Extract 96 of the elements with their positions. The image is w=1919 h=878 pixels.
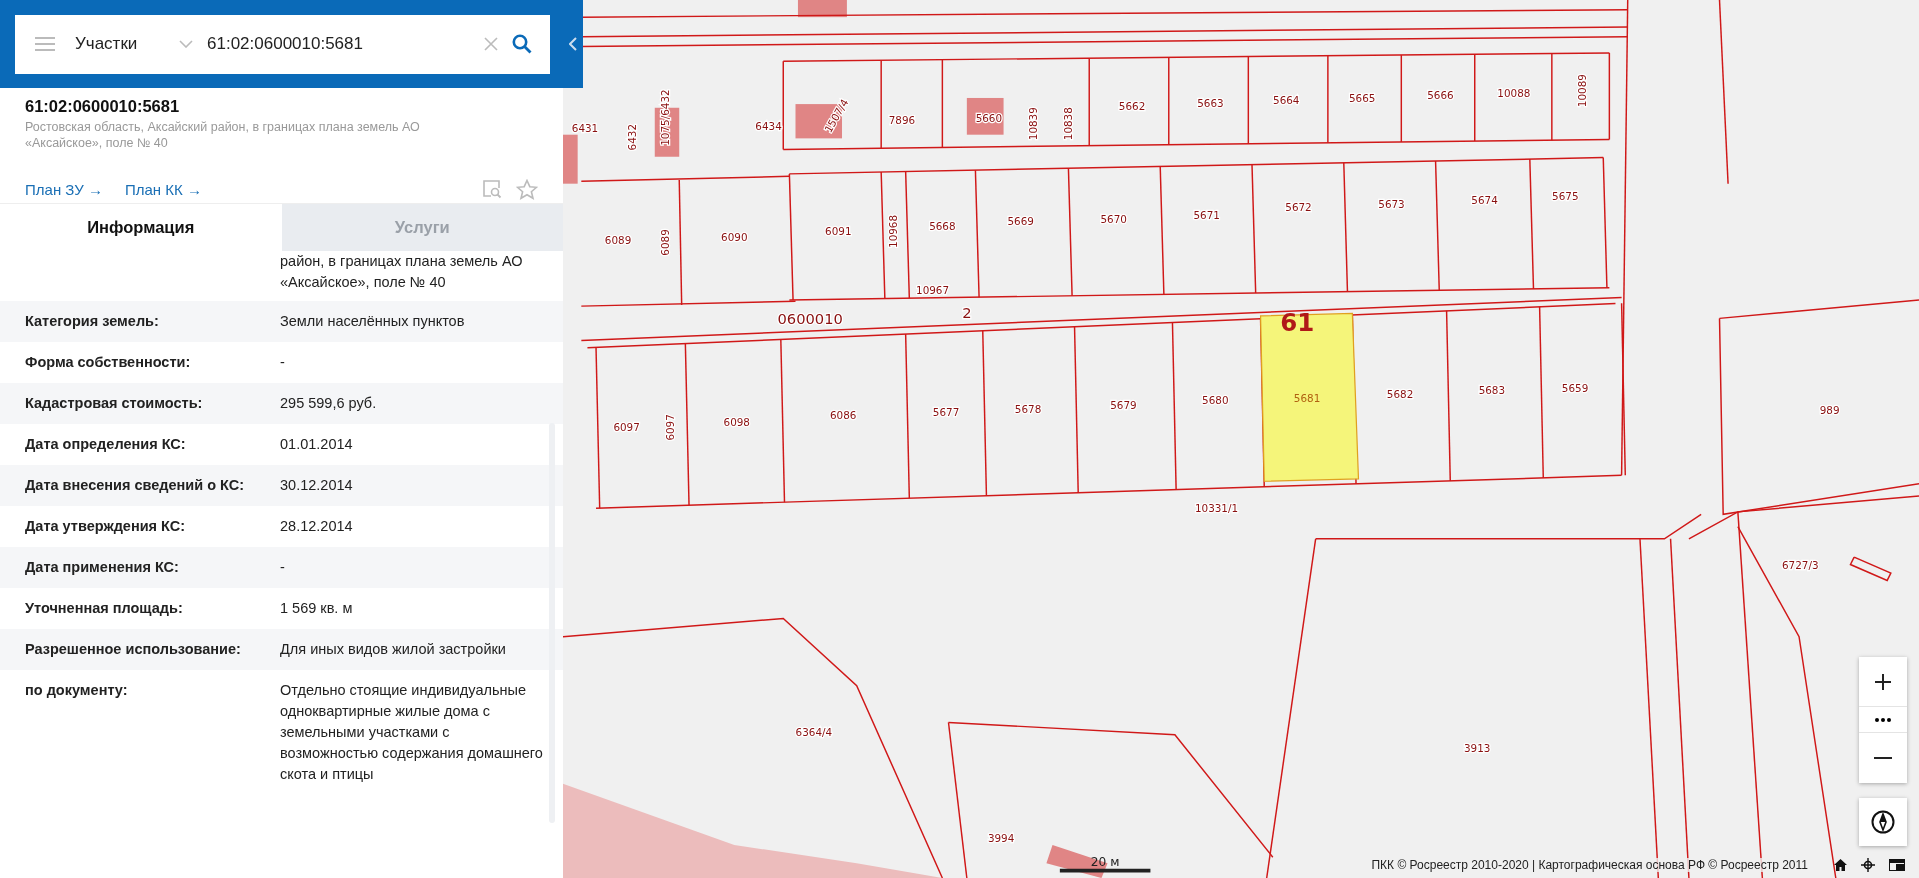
parcel-number: 6434 xyxy=(755,119,782,132)
minus-icon xyxy=(1874,757,1892,759)
crosshair-icon[interactable] xyxy=(1861,858,1875,872)
parcel-number: 5670 xyxy=(1100,212,1127,225)
parcel-number: 10967 xyxy=(916,283,950,296)
parcel-number: 5678 xyxy=(1014,402,1042,415)
field-label: Кадастровая стоимость: xyxy=(25,395,203,412)
more-icon xyxy=(1875,717,1891,722)
map-search-icon[interactable] xyxy=(482,179,502,200)
parcel-number: 3994 xyxy=(987,832,1015,845)
parcel-number: 5681 xyxy=(1293,391,1321,404)
parcel-number: 5663 xyxy=(1197,96,1224,109)
scale-label: 20 м xyxy=(1090,854,1120,869)
parcel-number: 6431 xyxy=(571,122,599,135)
parcel-number: 5668 xyxy=(929,220,956,233)
search-icon[interactable] xyxy=(512,34,532,54)
parcel-number: 5677 xyxy=(932,406,960,419)
parcel-number: 10838 xyxy=(1062,107,1075,141)
clear-icon[interactable] xyxy=(484,37,498,51)
field-label: Дата определения КС: xyxy=(25,436,186,453)
parcel-number: 6089 xyxy=(604,233,632,246)
parcel-number: 1075/6432 xyxy=(659,89,672,146)
field-value: 295 599,6 руб. xyxy=(280,394,378,414)
field-value: 30.12.2014 xyxy=(280,476,354,496)
parcel-number: 5671 xyxy=(1193,209,1220,222)
compass-button[interactable] xyxy=(1859,798,1907,846)
field-value: Земли населённых пунктов xyxy=(280,312,466,332)
parcel-number: 10089 xyxy=(1576,74,1589,108)
star-icon[interactable] xyxy=(516,178,538,200)
parcel-number: 5679 xyxy=(1110,399,1137,411)
attribution-text: ПКК © Росреестр 2010-2020 | Картографическая основа РФ © Росреестр 2011 xyxy=(1371,858,1808,872)
parcel-number: 7896 xyxy=(888,113,916,126)
parcel-address: Ростовская область, Аксайский район, в границах плана земель АО «Аксайское», поле № 40 xyxy=(25,120,421,152)
parcel-number: 5674 xyxy=(1471,194,1498,207)
parcel-number: 0600010 xyxy=(777,310,843,328)
parcel-number: 61 xyxy=(1280,307,1315,337)
parcel-number: 6089 xyxy=(659,229,672,256)
chevron-down-icon[interactable] xyxy=(179,40,193,48)
field-value: Для иных видов жилой застройки xyxy=(280,640,507,660)
field-label: Дата утверждения КС: xyxy=(25,518,186,535)
parcel-number: 10968 xyxy=(887,214,900,248)
field-label: Дата применения КС: xyxy=(25,559,179,576)
parcel-number: 5673 xyxy=(1378,198,1405,211)
zoom-in-button[interactable] xyxy=(1859,657,1907,707)
field-label: Разрешенное использование: xyxy=(25,641,241,658)
parcel-number: 989 xyxy=(1819,403,1840,416)
field-label: Категория земель: xyxy=(25,313,159,330)
parcel-number: 5664 xyxy=(1273,94,1300,107)
panel-icon[interactable] xyxy=(1889,859,1905,871)
field-value: 28.12.2014 xyxy=(280,517,354,537)
more-button[interactable] xyxy=(1859,707,1907,733)
menu-icon[interactable] xyxy=(35,37,55,51)
home-icon[interactable] xyxy=(1834,859,1847,871)
field-value: Отдельно стоящие индивидуальные одноквартирные жилые дома с земельными участками с возможностью содержания домашнего скота и птицы xyxy=(280,681,543,785)
parcel-number: 5662 xyxy=(1118,100,1146,113)
parcel-number: 6091 xyxy=(825,225,852,238)
layer-dropdown[interactable]: Участки xyxy=(75,34,165,54)
chevron-left-icon xyxy=(569,37,577,51)
field-label: Форма собственности: xyxy=(25,354,191,371)
parcel-number: 6097 xyxy=(613,421,640,434)
field-value: - xyxy=(280,558,286,578)
parcel-number: 5675 xyxy=(1552,189,1579,202)
selected-parcel[interactable] xyxy=(1259,312,1360,482)
parcel-number: 6090 xyxy=(721,231,748,244)
field-label: Дата внесения сведений о КС: xyxy=(25,477,244,494)
parcel-number: 5683 xyxy=(1478,384,1506,397)
parcel-number: 5666 xyxy=(1427,89,1454,102)
parcel-number: 5680 xyxy=(1202,394,1229,407)
parcel-number: 6098 xyxy=(723,416,750,429)
parcel-number: 5672 xyxy=(1285,200,1312,213)
parcel-number: 5682 xyxy=(1386,387,1414,400)
field-value: район, в границах плана земель АО «Аксайское», поле № 40 xyxy=(280,252,524,293)
parcel-number: 2 xyxy=(962,304,972,322)
field-value: 01.01.2014 xyxy=(280,435,354,455)
plan-link[interactable]: План ЗУ → xyxy=(25,180,103,198)
parcel-number: 6727/3 xyxy=(1782,559,1819,572)
parcel-number: 6432 xyxy=(626,123,639,151)
plus-icon xyxy=(1874,672,1892,691)
plan-link[interactable]: План КК → xyxy=(124,180,202,198)
parcel-number: 10088 xyxy=(1497,86,1531,99)
parcel-number: 5665 xyxy=(1348,91,1376,104)
field-value: - xyxy=(280,353,286,373)
parcel-number: 6086 xyxy=(830,408,857,421)
field-label: по документу: xyxy=(25,682,128,699)
field-value: 1 569 кв. м xyxy=(280,599,354,619)
compass-icon xyxy=(1871,810,1895,834)
parcel-number: 6364/4 xyxy=(795,725,833,738)
parcel-number: 5669 xyxy=(1007,215,1034,228)
parcel-number: 3913 xyxy=(1463,741,1491,754)
parcel-number: 5659 xyxy=(1561,381,1589,394)
parcel-number: 10331/1 xyxy=(1194,501,1239,514)
parcel-number: 6097 xyxy=(664,414,677,441)
parcel-number-title: 61:02:0600010:5681 xyxy=(25,97,181,116)
parcel-number: 5660 xyxy=(975,112,1003,125)
parcel-number: 10839 xyxy=(1026,107,1039,141)
field-label: Уточненная площадь: xyxy=(25,600,183,617)
